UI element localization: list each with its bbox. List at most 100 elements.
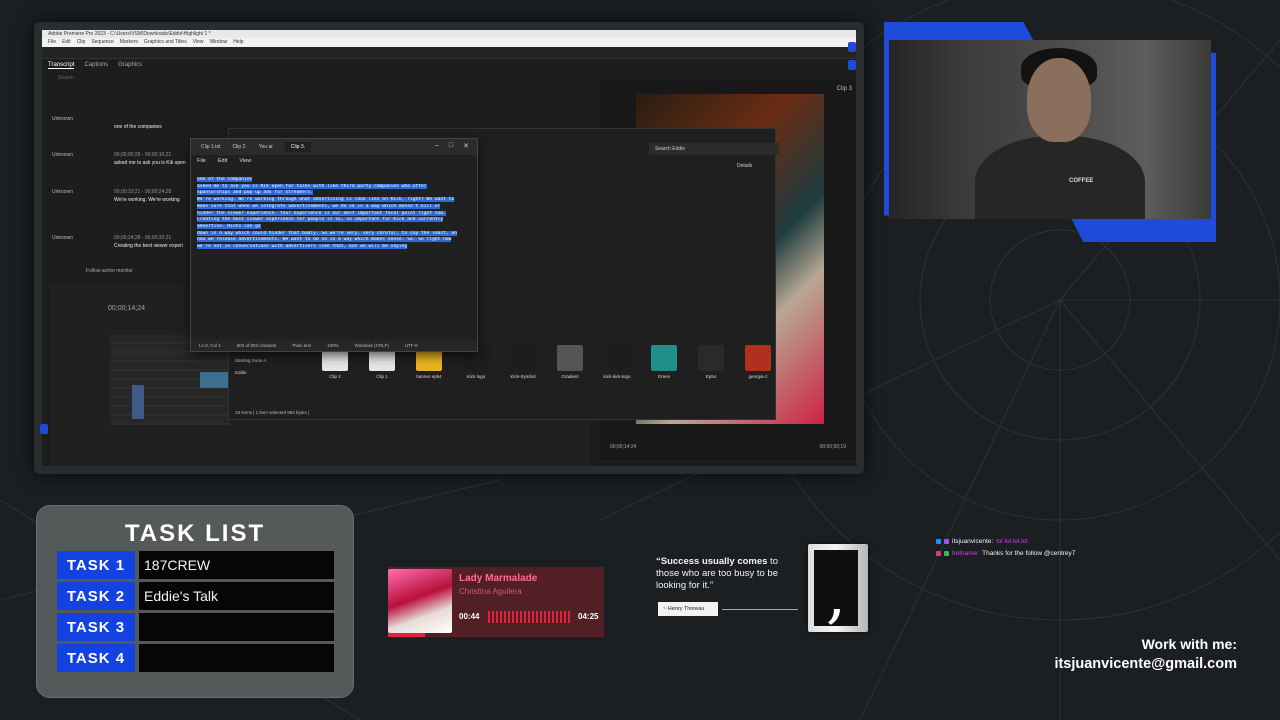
- menu-markers[interactable]: Markers: [120, 38, 138, 47]
- premiere-title-bar: Adobe Premiere Pro 2023 - C:\Users\VSM\D…: [42, 30, 856, 38]
- file-name: Clip 2: [329, 374, 341, 379]
- quote-widget: “Success usually comes to those who are …: [656, 556, 798, 616]
- close-icon[interactable]: ✕: [463, 142, 469, 150]
- accent-shape: [40, 424, 48, 434]
- screen-capture: Adobe Premiere Pro 2023 - C:\Users\VSM\D…: [42, 30, 856, 466]
- task-value: Eddie's Talk: [139, 582, 334, 610]
- selected-text: one of the companies: [197, 177, 253, 182]
- file-item[interactable]: Green: [646, 345, 682, 379]
- tab-you-ar[interactable]: You ar: [259, 144, 273, 150]
- file-name: Kick logo: [466, 374, 486, 379]
- status-chars: 803 of 803 characte: [236, 342, 277, 348]
- menu-file[interactable]: File: [197, 158, 206, 164]
- menu-sequence[interactable]: Sequence: [91, 38, 114, 47]
- song-artist: Christina Aguilera: [459, 587, 522, 596]
- timeline-clip[interactable]: [200, 372, 230, 388]
- file-thumbnail-icon: [745, 345, 771, 371]
- premiere-menu-bar: File Edit Clip Sequence Markers Graphics…: [42, 38, 856, 47]
- row-text: asked me to ask you is Kik open: [114, 160, 186, 166]
- row-text: Creating the best viewer experi: [114, 243, 183, 249]
- file-thumbnail-icon: [651, 345, 677, 371]
- notepad-status-bar: Ln 8, Col 1 803 of 803 characte Plain te…: [191, 339, 477, 351]
- selected-text: down in a way which could hinder that ba…: [197, 230, 457, 236]
- timeline-selected-tracks: [132, 385, 144, 419]
- menu-graphics[interactable]: Graphics and Titles: [144, 38, 187, 47]
- menu-clip[interactable]: Clip: [77, 38, 86, 47]
- chat-overlay: itsjuanvicente: lol lol lol lol botname:…: [936, 535, 1075, 559]
- waveform: [488, 611, 572, 623]
- explorer-status: 18 items | 1 item selected 994 bytes |: [235, 410, 310, 415]
- workspace-bar: [42, 47, 856, 59]
- notepad-line: how we release advertisements. We want t…: [197, 237, 475, 244]
- menu-edit[interactable]: Edit: [62, 38, 71, 47]
- screen-capture-frame: Adobe Premiere Pro 2023 - C:\Users\VSM\D…: [34, 22, 864, 474]
- program-duration: 00;00;50;19: [819, 444, 846, 450]
- accent-shape: [848, 42, 856, 52]
- file-name: Green: [657, 374, 671, 379]
- tab-graphics[interactable]: Graphics: [118, 62, 142, 69]
- file-item[interactable]: Gradient: [552, 345, 588, 379]
- quote-divider: [722, 609, 798, 610]
- file-thumbnail-icon: [557, 345, 583, 371]
- minimize-icon[interactable]: –: [435, 142, 439, 150]
- task-value: 187CREW: [139, 551, 334, 579]
- row-text: We're working. We're working: [114, 197, 180, 203]
- notepad-text-area[interactable]: one of the companies asked me to ask you …: [197, 177, 475, 251]
- tab-transcript[interactable]: Transcript: [48, 62, 75, 69]
- menu-view[interactable]: View: [239, 158, 251, 164]
- status-line-ending: Windows (CRLF): [354, 342, 389, 348]
- task-label: TASK 3: [57, 613, 135, 641]
- menu-file[interactable]: File: [48, 38, 56, 47]
- contact-heading: Work with me:: [1141, 636, 1237, 652]
- panel-tabs: Transcript Captions Graphics: [42, 59, 856, 72]
- file-item[interactable]: kick-kick-logo: [599, 345, 635, 379]
- row-text: one of the companies: [114, 124, 162, 130]
- tab-clip3[interactable]: Clip 3.: [284, 142, 312, 152]
- notepad-line: Creating the best viewer experience for …: [197, 217, 475, 224]
- sidebar-item-eddie[interactable]: Eddie: [235, 367, 266, 379]
- notepad-line: make sure that when we integrate adverti…: [197, 203, 475, 211]
- shirt-logo: COFFEE: [1069, 178, 1094, 184]
- menu-window[interactable]: Window: [209, 38, 227, 47]
- details-button[interactable]: Details: [737, 163, 752, 169]
- maximize-icon[interactable]: □: [449, 142, 453, 150]
- sidebar-item-starting-soon[interactable]: Starting Soon A: [235, 355, 266, 367]
- chat-username: itsjuanvicente:: [952, 537, 994, 545]
- now-playing-widget: Lady Marmalade Christina Aguilera 00:44 …: [388, 567, 604, 637]
- badge-icon: [944, 538, 949, 544]
- file-thumbnail-icon: [510, 345, 536, 371]
- menu-help[interactable]: Help: [233, 38, 243, 47]
- file-name: kick-kick-logo: [603, 374, 631, 379]
- follow-monitor-checkbox[interactable]: Follow active monitor: [86, 268, 133, 274]
- song-title: Lady Marmalade: [459, 573, 538, 584]
- row-timecode: 00;00;10;21 - 00;00;24;28: [114, 189, 172, 195]
- quote-author: ~ Henry Thoreau: [658, 602, 718, 616]
- selected-text: advertise. Hints can go: [197, 223, 261, 229]
- file-name: banner ep54: [416, 374, 442, 379]
- file-item[interactable]: georgia-2: [740, 345, 776, 379]
- person-face: [1027, 58, 1091, 142]
- menu-edit[interactable]: Edit: [218, 158, 227, 164]
- task-row-2: TASK 2 Eddie's Talk: [57, 582, 334, 610]
- person-body: [975, 136, 1145, 219]
- notepad-line: advertise. Hints can go: [197, 223, 475, 231]
- tab-captions[interactable]: Captions: [84, 62, 108, 69]
- tab-clip1[interactable]: Clip 1.txt: [201, 144, 220, 150]
- accent-shape: [848, 60, 856, 70]
- task-row-3: TASK 3: [57, 613, 334, 641]
- file-name: georgia-2: [748, 374, 768, 379]
- notepad-line: one of the companies: [197, 177, 475, 184]
- file-item[interactable]: Ep54: [693, 345, 729, 379]
- song-current-time: 00:44: [459, 612, 480, 621]
- selected-text: Creating the best viewer experience for …: [197, 217, 444, 223]
- explorer-search[interactable]: Search Eddie: [649, 143, 779, 155]
- file-thumbnail-icon: [604, 345, 630, 371]
- menu-view[interactable]: View: [193, 38, 204, 47]
- tab-clip2[interactable]: Clip 2.: [232, 144, 246, 150]
- speaker-label: Unknown: [52, 189, 73, 195]
- file-item[interactable]: Kick-Symbol: [505, 345, 541, 379]
- chat-message: itsjuanvicente: lol lol lol lol: [936, 535, 1075, 547]
- selected-text: hinder the viewer experience. Your exper…: [197, 210, 446, 216]
- chat-text: lol lol lol lol: [996, 537, 1028, 545]
- quote-text: “Success usually comes to those who are …: [656, 556, 796, 592]
